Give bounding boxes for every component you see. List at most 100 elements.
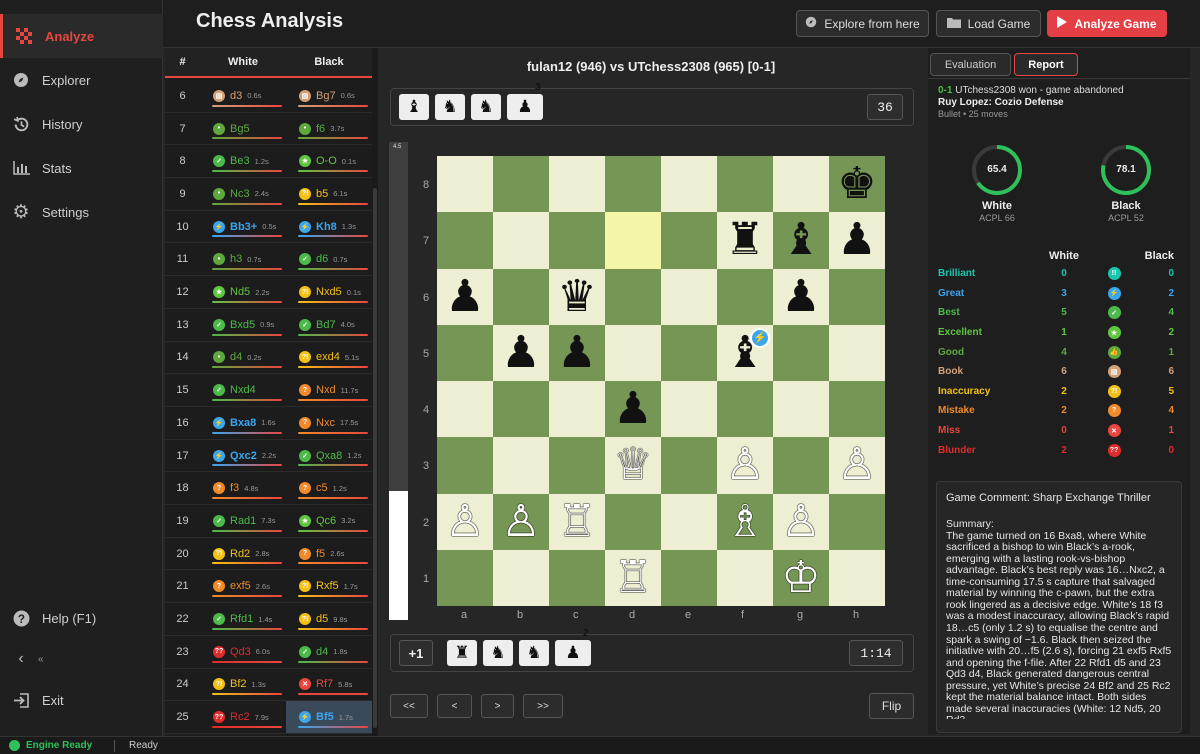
white-move-cell[interactable]: ▤ d3 0.6s (200, 80, 286, 112)
white-move-cell[interactable]: • h3 0.7s (200, 244, 286, 276)
white-move-cell[interactable]: • Nc3 2.4s (200, 178, 286, 210)
black-pawn-piece[interactable]: ♟ (493, 325, 549, 381)
next-move-button[interactable]: > (481, 694, 514, 718)
sidebar-collapse-button[interactable]: ‹ « (0, 642, 163, 676)
square-f8[interactable] (717, 156, 773, 213)
first-move-button[interactable]: << (390, 694, 428, 718)
white-move-cell[interactable]: ✓ Bxd5 0.9s (200, 309, 286, 341)
square-e2[interactable] (661, 493, 717, 550)
sidebar-item-stats[interactable]: Stats (0, 151, 163, 185)
black-move-cell[interactable]: ✕ Rf7 5.8s (286, 669, 372, 701)
square-b8[interactable] (493, 156, 549, 213)
square-d8[interactable] (605, 156, 661, 213)
square-h2[interactable] (829, 493, 885, 550)
white-move-cell[interactable]: ⚡ Qxc2 2.2s (200, 440, 286, 472)
black-rook-piece[interactable]: ♜ (717, 212, 773, 268)
flip-board-button[interactable]: Flip (869, 693, 914, 719)
square-e5[interactable] (661, 324, 717, 381)
black-move-cell[interactable]: ?! d5 9.8s (286, 603, 372, 635)
white-move-cell[interactable]: ✓ Be3 1.2s (200, 145, 286, 177)
explore-from-here-button[interactable]: Explore from here (796, 10, 929, 37)
square-d2[interactable] (605, 493, 661, 550)
black-move-cell[interactable]: ?! Nxd5 0.1s (286, 276, 372, 308)
square-a4[interactable] (437, 381, 493, 438)
square-f1[interactable] (717, 549, 773, 606)
black-move-cell[interactable]: ?! b5 6.1s (286, 178, 372, 210)
tab-evaluation[interactable]: Evaluation (930, 53, 1011, 76)
white-move-cell[interactable]: • d4 0.2s (200, 342, 286, 374)
sidebar-item-settings[interactable]: ⚙ Settings (0, 195, 163, 229)
scrollbar-thumb[interactable] (373, 188, 377, 728)
square-e1[interactable] (661, 549, 717, 606)
white-rook-piece[interactable]: ♖ (605, 550, 661, 606)
square-d6[interactable] (605, 268, 661, 325)
square-h1[interactable] (829, 549, 885, 606)
black-move-cell[interactable]: ?! Rxf5 1.7s (286, 571, 372, 603)
last-move-button[interactable]: >> (523, 694, 563, 718)
square-c7[interactable] (549, 212, 605, 269)
square-g3[interactable] (773, 437, 829, 494)
square-f6[interactable] (717, 268, 773, 325)
white-rook-piece[interactable]: ♖ (549, 494, 605, 550)
square-g4[interactable] (773, 381, 829, 438)
square-h5[interactable] (829, 324, 885, 381)
sidebar-item-history[interactable]: History (0, 107, 163, 141)
square-g8[interactable] (773, 156, 829, 213)
square-e6[interactable] (661, 268, 717, 325)
white-move-cell[interactable]: ? f3 4.8s (200, 472, 286, 504)
square-b6[interactable] (493, 268, 549, 325)
black-move-cell[interactable]: ?! exd4 5.1s (286, 342, 372, 374)
sidebar-item-analyze[interactable]: Analyze (0, 14, 163, 58)
black-move-cell[interactable]: ✓ d6 0.7s (286, 244, 372, 276)
square-a5[interactable] (437, 324, 493, 381)
white-pawn-piece[interactable]: ♙ (493, 494, 549, 550)
white-move-cell[interactable]: ⚡ Bb3+ 0.5s (200, 211, 286, 243)
square-c8[interactable] (549, 156, 605, 213)
white-queen-piece[interactable]: ♕ (605, 437, 661, 493)
white-bishop-piece[interactable]: ♗ (717, 494, 773, 550)
black-move-cell[interactable]: ✓ Bd7 4.0s (286, 309, 372, 341)
sidebar-item-help[interactable]: ? Help (F1) (0, 601, 163, 635)
square-c3[interactable] (549, 437, 605, 494)
white-move-cell[interactable]: ?? Qd3 6.0s (200, 636, 286, 668)
square-b4[interactable] (493, 381, 549, 438)
white-move-cell[interactable]: • Bg5 (200, 113, 286, 145)
black-pawn-piece[interactable]: ♟ (605, 381, 661, 437)
square-a3[interactable] (437, 437, 493, 494)
white-move-cell[interactable]: ? exf5 2.6s (200, 571, 286, 603)
square-b1[interactable] (493, 549, 549, 606)
square-d5[interactable] (605, 324, 661, 381)
white-king-piece[interactable]: ♔ (773, 550, 829, 606)
white-move-cell[interactable]: ✓ Nxd4 (200, 374, 286, 406)
white-move-cell[interactable]: ⚡ Bxa8 1.6s (200, 407, 286, 439)
black-queen-piece[interactable]: ♛ (549, 269, 605, 325)
black-move-cell[interactable]: ? Nxc 17.5s (286, 407, 372, 439)
sidebar-item-exit[interactable]: Exit (0, 683, 163, 717)
sidebar-item-explorer[interactable]: Explorer (0, 63, 163, 97)
white-pawn-piece[interactable]: ♙ (717, 437, 773, 493)
square-f4[interactable] (717, 381, 773, 438)
square-c4[interactable] (549, 381, 605, 438)
square-e3[interactable] (661, 437, 717, 494)
square-a7[interactable] (437, 212, 493, 269)
load-game-button[interactable]: Load Game (936, 10, 1041, 37)
white-pawn-piece[interactable]: ♙ (829, 437, 885, 493)
square-g5[interactable] (773, 324, 829, 381)
analyze-game-button[interactable]: Analyze Game (1047, 10, 1167, 37)
square-e7[interactable] (661, 212, 717, 269)
square-a8[interactable] (437, 156, 493, 213)
black-pawn-piece[interactable]: ♟ (829, 212, 885, 268)
chess-board[interactable]: ♚ ♜ ♝ ♟ ♟ ♛ ♟ ♟ ♟ ♝ ♟ ♕ ♙ ♙ ♙ ♙ ♖ ♗ ♙ ♖ ♔ ⚡ (437, 156, 885, 606)
black-pawn-piece[interactable]: ♟ (773, 269, 829, 325)
square-e4[interactable] (661, 381, 717, 438)
white-move-cell[interactable]: ✓ Rad1 7.3s (200, 505, 286, 537)
black-move-cell[interactable]: • f6 3.7s (286, 113, 372, 145)
black-move-cell[interactable]: ▤ Bg7 0.6s (286, 80, 372, 112)
black-move-cell[interactable]: ✓ d4 1.8s (286, 636, 372, 668)
square-e8[interactable] (661, 156, 717, 213)
moves-scrollbar[interactable] (372, 48, 378, 736)
square-b7[interactable] (493, 212, 549, 269)
white-move-cell[interactable]: ✓ Rfd1 1.4s (200, 603, 286, 635)
square-d7[interactable] (605, 212, 661, 269)
black-move-cell[interactable]: ? Nxd 11.7s (286, 374, 372, 406)
